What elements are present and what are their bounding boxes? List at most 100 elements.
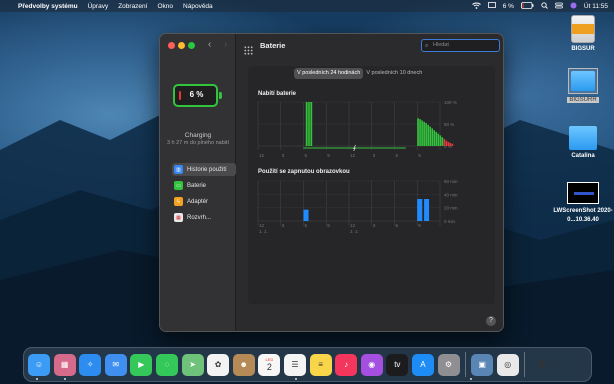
- battery-icon: ▭: [174, 181, 183, 190]
- menu-app-name[interactable]: Předvolby systému: [18, 3, 78, 10]
- dock-separator: [524, 352, 526, 377]
- dock: ☺ ▦ ✧ ✉ ▶ ◌ ➤ ✿ ☻ LED 2 ☰ ≡ ♪ ◉ tv A ⚙ ▣ ◎ 🗑: [23, 347, 592, 382]
- menu-edit[interactable]: Úpravy: [88, 3, 109, 10]
- menu-view[interactable]: Zobrazení: [118, 3, 147, 10]
- charge-bar: [310, 102, 313, 146]
- battery-charge-chart: 100 %50 %0 %12 3 6 9 12 3 6 9: [257, 100, 457, 158]
- charge-bar: [427, 124, 429, 146]
- finder-icon[interactable]: ☺: [28, 353, 50, 376]
- appletv-icon[interactable]: tv: [386, 353, 409, 376]
- close-button[interactable]: [168, 42, 175, 49]
- menubar-battery-icon[interactable]: [521, 1, 534, 11]
- siri-icon[interactable]: [570, 2, 577, 11]
- running-app-indicator: [36, 378, 38, 380]
- x-tick-label: 6: [305, 223, 308, 228]
- dock-separator: [465, 352, 467, 377]
- sidebar-item-label: Baterie: [187, 182, 207, 189]
- sidebar-item-label: Historie použití: [187, 166, 227, 173]
- back-chevron-icon[interactable]: ‹: [208, 39, 211, 50]
- running-app-indicator: [470, 378, 472, 380]
- running-app-indicator: [295, 378, 297, 380]
- launchpad-icon[interactable]: ▦: [53, 353, 76, 376]
- safari-icon[interactable]: ✧: [79, 353, 102, 376]
- battery-indicator: 6 %: [173, 84, 222, 107]
- calendar-icon[interactable]: LED 2: [258, 353, 281, 376]
- desktop-icon-catalina[interactable]: Catalina: [553, 126, 613, 159]
- zoom-button[interactable]: [188, 42, 195, 49]
- window-title: Baterie: [260, 41, 286, 50]
- photos-icon[interactable]: ✿: [207, 353, 230, 376]
- tab-last-24-hours[interactable]: V posledních 24 hodinách: [294, 68, 364, 79]
- maps-icon[interactable]: ➤: [181, 353, 204, 376]
- search-icon: ⌕: [425, 43, 429, 49]
- running-app-indicator: [64, 378, 66, 380]
- system-preferences-icon[interactable]: ⚙: [437, 353, 460, 376]
- search-field[interactable]: ⌕ Hledat: [421, 39, 500, 52]
- screenshot-thumbnail: [567, 182, 599, 204]
- reminders-icon[interactable]: ☰: [283, 353, 306, 376]
- menu-help[interactable]: Nápověda: [183, 3, 213, 10]
- preview-icon[interactable]: ▣: [471, 353, 494, 376]
- charge-bar: [437, 133, 440, 146]
- menu-window[interactable]: Okno: [157, 3, 173, 10]
- notes-icon[interactable]: ≡: [309, 353, 332, 376]
- x-tick-label: 3: [373, 153, 376, 158]
- charge-bar: [451, 143, 454, 146]
- appstore-icon[interactable]: A: [411, 353, 434, 376]
- menubar-battery-percent[interactable]: 6 %: [503, 3, 514, 10]
- search-placeholder: Hledat: [433, 42, 449, 48]
- show-all-grid-icon[interactable]: [244, 42, 253, 60]
- folder-icon: [569, 126, 597, 150]
- charge-bar: [429, 126, 432, 146]
- mail-icon[interactable]: ✉: [104, 353, 127, 376]
- desktop-icon-label: LWScreenShot 2020-0...10.36.40: [553, 208, 613, 223]
- contacts-icon[interactable]: ☻: [232, 353, 255, 376]
- drive-icon: [571, 15, 595, 43]
- charge-bar: [443, 138, 446, 146]
- podcasts-icon[interactable]: ◉: [360, 353, 383, 376]
- forward-chevron-icon[interactable]: ›: [224, 39, 227, 50]
- x-tick-label: 12: [350, 153, 356, 158]
- y-tick-label: 0 min: [444, 219, 456, 224]
- x-tick-label: 3: [282, 223, 285, 228]
- wifi-icon[interactable]: [471, 2, 481, 11]
- tab-last-10-days[interactable]: V posledních 10 dnech: [363, 68, 425, 79]
- screen-mirroring-icon[interactable]: [487, 1, 496, 11]
- x-tick-label: 12: [259, 223, 265, 228]
- search-spotlight-icon[interactable]: [541, 1, 548, 11]
- x-date-label: 2. 1.: [350, 229, 359, 234]
- charge-bar: [305, 102, 308, 146]
- menu-bar: Předvolby systému Úpravy Zobrazení Okno …: [0, 0, 614, 12]
- y-tick-label: 40 min: [444, 192, 458, 197]
- sidebar-item-schedule[interactable]: ▦ Rozvrh...: [172, 211, 236, 224]
- x-tick-label: 9: [327, 223, 330, 228]
- usage-bar: [303, 209, 309, 221]
- desktop-icon-label: BIGSURR: [567, 97, 599, 103]
- calendar-icon: ▦: [174, 213, 183, 222]
- control-center-icon[interactable]: [555, 2, 563, 11]
- sidebar-item-usage-history[interactable]: ▥ Historie použití: [172, 163, 236, 176]
- x-tick-label: 6: [396, 153, 399, 158]
- x-tick-label: 12: [350, 223, 356, 228]
- messages-icon[interactable]: ◌: [155, 353, 178, 376]
- chrome-icon[interactable]: ◎: [496, 353, 519, 376]
- music-icon[interactable]: ♪: [335, 353, 358, 376]
- x-tick-label: 3: [373, 223, 376, 228]
- x-date-label: 1. 1.: [259, 229, 268, 234]
- system-preferences-window: ‹ › Baterie ⌕ Hledat 6 % Charging 3 h 27…: [159, 33, 504, 332]
- trash-icon[interactable]: 🗑: [530, 354, 552, 376]
- desktop-icon-screenshot[interactable]: LWScreenShot 2020-0...10.36.40: [549, 182, 614, 225]
- sidebar-item-adapter[interactable]: ϟ Adaptér: [172, 195, 236, 208]
- desktop-icon-bigsur[interactable]: BIGSUR: [553, 15, 613, 52]
- charge-bar: [423, 121, 425, 146]
- usage-history-panel: V posledních 24 hodinách V posledních 10…: [248, 66, 495, 304]
- sidebar-item-battery[interactable]: ▭ Baterie: [172, 179, 236, 192]
- minimize-button[interactable]: [178, 42, 185, 49]
- help-button[interactable]: ?: [486, 316, 496, 326]
- menubar-clock[interactable]: Út 11:55: [584, 3, 608, 10]
- desktop-icon-bigsurr[interactable]: BIGSURR: [553, 68, 613, 103]
- facetime-icon[interactable]: ▶: [130, 353, 153, 376]
- x-tick-label: 6: [305, 153, 308, 158]
- x-tick-label: 9: [418, 223, 421, 228]
- charge-bar: [309, 102, 311, 146]
